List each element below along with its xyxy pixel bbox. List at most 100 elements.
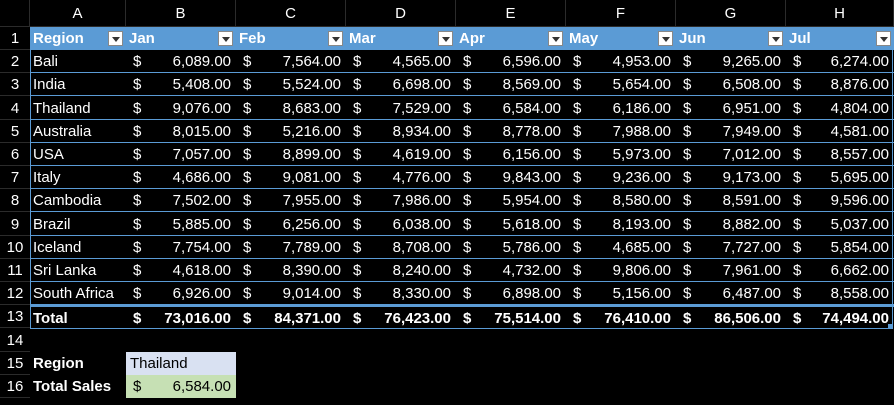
total-label[interactable]: Total [30, 305, 126, 328]
row-number-1[interactable]: 1 [0, 27, 30, 50]
total-value-cell[interactable]: $84,371.00 [236, 305, 346, 328]
region-cell[interactable]: Australia [30, 120, 126, 143]
table-resize-handle[interactable] [888, 323, 892, 328]
filter-dropdown-icon[interactable] [658, 31, 673, 46]
value-cell[interactable]: $7,986.00 [346, 189, 456, 213]
filter-dropdown-icon[interactable] [218, 31, 233, 46]
value-cell[interactable]: $7,012.00 [676, 143, 786, 166]
value-cell[interactable]: $6,698.00 [346, 73, 456, 97]
filter-dropdown-icon[interactable] [768, 31, 783, 46]
total-sales-result[interactable]: $6,584.00 [126, 375, 236, 398]
value-cell[interactable]: $6,508.00 [676, 73, 786, 97]
column-header-h[interactable]: H [786, 0, 894, 27]
row-number-14[interactable]: 14 [0, 329, 30, 352]
region-cell[interactable]: Brazil [30, 213, 126, 236]
value-cell[interactable]: $8,899.00 [236, 143, 346, 166]
region-cell[interactable]: Bali [30, 50, 126, 74]
value-cell[interactable]: $5,786.00 [456, 236, 566, 259]
value-cell[interactable]: $7,988.00 [566, 120, 676, 143]
value-cell[interactable]: $7,502.00 [126, 189, 236, 213]
column-header-g[interactable]: G [676, 0, 786, 27]
value-cell[interactable]: $8,876.00 [786, 73, 894, 97]
row-number-5[interactable]: 5 [0, 120, 30, 143]
value-cell[interactable]: $8,015.00 [126, 120, 236, 143]
value-cell[interactable]: $9,236.00 [566, 166, 676, 190]
row-number-16[interactable]: 16 [0, 375, 30, 398]
value-cell[interactable]: $7,754.00 [126, 236, 236, 259]
value-cell[interactable]: $4,686.00 [126, 166, 236, 190]
table-header-region[interactable]: Region [30, 27, 126, 50]
region-cell[interactable]: India [30, 73, 126, 97]
region-cell[interactable]: Cambodia [30, 189, 126, 213]
value-cell[interactable]: $9,173.00 [676, 166, 786, 190]
filter-dropdown-icon[interactable] [108, 31, 123, 46]
value-cell[interactable]: $6,596.00 [456, 50, 566, 74]
value-cell[interactable]: $4,619.00 [346, 143, 456, 166]
value-cell[interactable]: $6,274.00 [786, 50, 894, 74]
region-cell[interactable]: Thailand [30, 97, 126, 120]
value-cell[interactable]: $7,961.00 [676, 259, 786, 282]
region-cell[interactable]: South Africa [30, 282, 126, 306]
value-cell[interactable]: $5,954.00 [456, 189, 566, 213]
total-value-cell[interactable]: $86,506.00 [676, 305, 786, 328]
value-cell[interactable]: $6,089.00 [126, 50, 236, 74]
value-cell[interactable]: $8,569.00 [456, 73, 566, 97]
value-cell[interactable]: $7,955.00 [236, 189, 346, 213]
value-cell[interactable]: $8,240.00 [346, 259, 456, 282]
value-cell[interactable]: $6,584.00 [456, 97, 566, 120]
value-cell[interactable]: $6,256.00 [236, 213, 346, 236]
value-cell[interactable]: $4,685.00 [566, 236, 676, 259]
value-cell[interactable]: $5,524.00 [236, 73, 346, 97]
value-cell[interactable]: $5,885.00 [126, 213, 236, 236]
value-cell[interactable]: $5,618.00 [456, 213, 566, 236]
row-number-13[interactable]: 13 [0, 305, 30, 329]
filter-dropdown-icon[interactable] [328, 31, 343, 46]
value-cell[interactable]: $4,953.00 [566, 50, 676, 74]
value-cell[interactable]: $8,778.00 [456, 120, 566, 143]
value-cell[interactable]: $9,806.00 [566, 259, 676, 282]
select-all-corner[interactable] [0, 0, 30, 27]
row-number-7[interactable]: 7 [0, 166, 30, 190]
value-cell[interactable]: $7,727.00 [676, 236, 786, 259]
row-number-2[interactable]: 2 [0, 50, 30, 74]
row-number-4[interactable]: 4 [0, 97, 30, 120]
row-number-3[interactable]: 3 [0, 73, 30, 97]
table-header-jun[interactable]: Jun [676, 27, 786, 50]
filter-dropdown-icon[interactable] [548, 31, 563, 46]
total-sales-label[interactable]: Total Sales [30, 375, 126, 398]
value-cell[interactable]: $5,854.00 [786, 236, 894, 259]
region-cell[interactable]: Sri Lanka [30, 259, 126, 282]
value-cell[interactable]: $5,654.00 [566, 73, 676, 97]
value-cell[interactable]: $4,581.00 [786, 120, 894, 143]
total-value-cell[interactable]: $74,494.00 [786, 305, 894, 328]
value-cell[interactable]: $6,898.00 [456, 282, 566, 306]
value-cell[interactable]: $7,564.00 [236, 50, 346, 74]
value-cell[interactable]: $8,557.00 [786, 143, 894, 166]
value-cell[interactable]: $9,596.00 [786, 189, 894, 213]
value-cell[interactable]: $4,565.00 [346, 50, 456, 74]
value-cell[interactable]: $8,330.00 [346, 282, 456, 306]
table-header-apr[interactable]: Apr [456, 27, 566, 50]
value-cell[interactable]: $8,558.00 [786, 282, 894, 306]
value-cell[interactable]: $7,529.00 [346, 97, 456, 120]
value-cell[interactable]: $9,076.00 [126, 97, 236, 120]
value-cell[interactable]: $8,708.00 [346, 236, 456, 259]
value-cell[interactable]: $9,081.00 [236, 166, 346, 190]
value-cell[interactable]: $4,732.00 [456, 259, 566, 282]
value-cell[interactable]: $7,789.00 [236, 236, 346, 259]
value-cell[interactable]: $5,037.00 [786, 213, 894, 236]
value-cell[interactable]: $8,934.00 [346, 120, 456, 143]
table-header-jul[interactable]: Jul [786, 27, 894, 50]
value-cell[interactable]: $6,038.00 [346, 213, 456, 236]
value-cell[interactable]: $4,804.00 [786, 97, 894, 120]
total-value-cell[interactable]: $75,514.00 [456, 305, 566, 328]
table-header-mar[interactable]: Mar [346, 27, 456, 50]
value-cell[interactable]: $7,949.00 [676, 120, 786, 143]
value-cell[interactable]: $8,882.00 [676, 213, 786, 236]
value-cell[interactable]: $8,683.00 [236, 97, 346, 120]
value-cell[interactable]: $6,156.00 [456, 143, 566, 166]
value-cell[interactable]: $8,580.00 [566, 189, 676, 213]
row-number-9[interactable]: 9 [0, 213, 30, 236]
value-cell[interactable]: $5,156.00 [566, 282, 676, 306]
value-cell[interactable]: $6,487.00 [676, 282, 786, 306]
